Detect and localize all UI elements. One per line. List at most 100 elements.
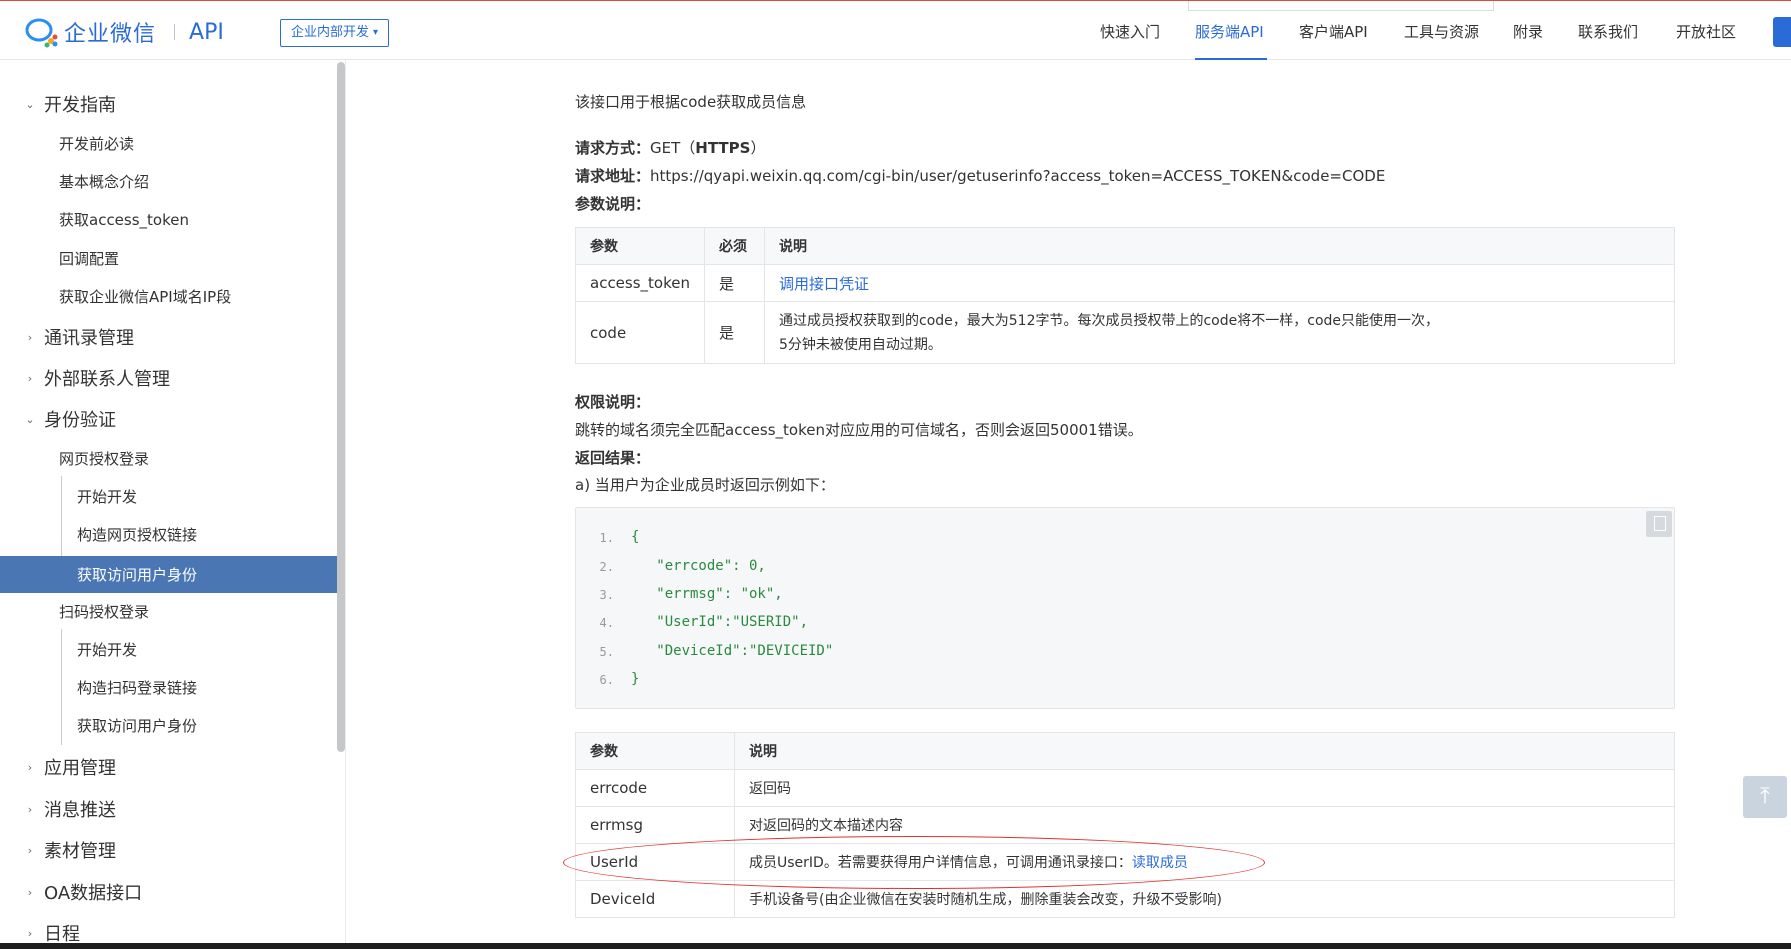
nav-quickstart[interactable]: 快速入门 (1100, 21, 1160, 42)
sidebar-item-scan-start[interactable]: 开始开发 (77, 639, 137, 660)
table-cell: 返回码 (734, 769, 1675, 807)
sidebar-item-contacts[interactable]: › 通讯录管理 (24, 324, 134, 350)
method-close: ） (750, 139, 766, 157)
sidebar-item-media[interactable]: › 素材管理 (24, 837, 116, 863)
sidebar-item-web-identity: 获取访问用户身份 (77, 566, 198, 584)
login-button[interactable] (1773, 17, 1791, 47)
sidebar-item-scan-auth[interactable]: 扫码授权登录 (59, 601, 149, 622)
scope-label: 企业内部开发 (291, 25, 370, 40)
table-cell: 调用接口凭证 (764, 264, 1675, 302)
result-example-caption: a) 当用户为企业成员时返回示例如下： (575, 476, 835, 494)
sidebar-divider (345, 60, 346, 944)
sidebar-item-guide[interactable]: ⌄ 开发指南 (24, 91, 116, 117)
dropdown-popup-edge (1188, 1, 1494, 11)
chevron-right-icon: › (27, 926, 33, 940)
line-number: 3. (599, 588, 614, 602)
tree-guide-line (61, 629, 62, 745)
request-url: 请求地址：https://qyapi.weixin.qq.com/cgi-bin… (575, 165, 1385, 186)
sidebar-item-label: 通讯录管理 (44, 328, 134, 349)
table-row: errcode 返回码 (575, 769, 1675, 807)
nav-active-underline (1195, 58, 1267, 60)
nav-contact[interactable]: 联系我们 (1578, 21, 1638, 42)
chevron-down-icon: ⌄ (25, 412, 35, 426)
sidebar-item-label: 身份验证 (44, 410, 116, 431)
url-label: 请求地址： (575, 167, 651, 185)
sidebar-item-apps[interactable]: › 应用管理 (24, 754, 116, 780)
sidebar-item-concepts[interactable]: 基本概念介绍 (59, 171, 149, 192)
line-number: 1. (599, 531, 614, 545)
sidebar-scrollbar[interactable] (337, 62, 345, 752)
chevron-right-icon: › (27, 843, 33, 857)
chevron-right-icon: › (27, 802, 33, 816)
table-cell: 是 (704, 264, 765, 302)
table-cell: code (575, 301, 705, 364)
sidebar-item-web-start[interactable]: 开始开发 (77, 486, 137, 507)
copy-icon[interactable] (1646, 511, 1672, 537)
table-cell: errmsg (575, 806, 735, 844)
sidebar-item-external[interactable]: › 外部联系人管理 (24, 365, 170, 391)
table-cell: DeviceId (575, 880, 735, 918)
method-value: GET（ (650, 139, 696, 157)
table-row: code 是 通过成员授权获取到的code，最大为512字节。每次成员授权带上的… (575, 301, 1675, 364)
sidebar-item-web-link[interactable]: 构造网页授权链接 (77, 524, 197, 545)
sidebar-item-prereq[interactable]: 开发前必读 (59, 133, 134, 154)
sidebar-item-auth[interactable]: ⌄ 身份验证 (24, 406, 116, 432)
sidebar-item-label: 素材管理 (44, 841, 116, 862)
line-number: 4. (599, 616, 614, 630)
back-to-top-icon[interactable]: ⤒ (1743, 776, 1787, 818)
sidebar-item-callback[interactable]: 回调配置 (59, 248, 119, 269)
nav-tools[interactable]: 工具与资源 (1404, 21, 1479, 42)
code-line: "errmsg": "ok", (631, 586, 783, 602)
sidebar-item-label: 应用管理 (44, 758, 116, 779)
sidebar-item-messages[interactable]: › 消息推送 (24, 796, 116, 822)
code-line: "UserId":"USERID", (631, 614, 809, 630)
table-header: 参数 (575, 732, 735, 770)
logo[interactable]: 企业微信 API (24, 17, 224, 48)
logo-divider (174, 24, 176, 40)
sidebar-item-schedule[interactable]: › 日程 (24, 920, 80, 944)
table-header-row: 参数 说明 (575, 732, 1675, 770)
line-number: 6. (599, 673, 614, 687)
sidebar-item-oa[interactable]: › OA数据接口 (24, 879, 142, 905)
table-cell: errcode (575, 769, 735, 807)
sidebar-item-access-token[interactable]: 获取access_token (59, 209, 189, 230)
sidebar: ⌄ 开发指南 开发前必读 基本概念介绍 获取access_token 回调配置 … (0, 60, 346, 944)
sidebar-item-label: 外部联系人管理 (44, 369, 170, 390)
method-label: 请求方式： (575, 139, 651, 157)
intro-text: 该接口用于根据code获取成员信息 (575, 93, 807, 111)
chevron-down-icon: ▾ (373, 27, 379, 38)
url-value: https://qyapi.weixin.qq.com/cgi-bin/user… (650, 167, 1386, 185)
request-method: 请求方式：GET（HTTPS） (575, 137, 765, 158)
chevron-right-icon: › (27, 330, 33, 344)
code-line: "DeviceId":"DEVICEID" (631, 643, 834, 659)
chevron-right-icon: › (27, 885, 33, 899)
credential-link[interactable]: 调用接口凭证 (779, 275, 869, 293)
nav-appendix[interactable]: 附录 (1513, 21, 1543, 42)
nav-client-api[interactable]: 客户端API (1299, 21, 1368, 42)
chevron-right-icon: › (27, 760, 33, 774)
table-header-row: 参数 必须 说明 (575, 227, 1675, 265)
sidebar-item-scan-identity[interactable]: 获取访问用户身份 (77, 715, 197, 736)
table-cell: 是 (704, 301, 765, 364)
sidebar-item-label: 消息推送 (44, 800, 116, 821)
nav-community[interactable]: 开放社区 (1676, 21, 1736, 42)
table-header: 说明 (734, 732, 1675, 770)
sidebar-item-label: 日程 (44, 924, 80, 944)
bottom-bar (0, 943, 1791, 949)
nav-server-api[interactable]: 服务端API (1195, 21, 1264, 42)
sidebar-item-web-auth[interactable]: 网页授权登录 (59, 448, 149, 469)
chevron-down-icon: ⌄ (25, 97, 35, 111)
table-header: 参数 (575, 227, 705, 265)
permission-label: 权限说明： (575, 393, 651, 411)
brand-name: 企业微信 (64, 22, 157, 47)
wecom-logo-icon (25, 18, 58, 48)
top-header: 企业微信 API 企业内部开发 ▾ 快速入门 服务端API 客户端API 工具与… (0, 1, 1791, 60)
table-row: errmsg 对返回码的文本描述内容 (575, 806, 1675, 844)
table-header: 必须 (704, 227, 765, 265)
sidebar-item-selected[interactable]: 获取访问用户身份 (0, 556, 337, 593)
sidebar-item-ip-range[interactable]: 获取企业微信API域名IP段 (59, 286, 231, 307)
scope-dropdown[interactable]: 企业内部开发 ▾ (280, 19, 390, 47)
params-label: 参数说明： (575, 195, 651, 213)
line-number: 5. (599, 645, 614, 659)
sidebar-item-scan-link[interactable]: 构造扫码登录链接 (77, 677, 197, 698)
